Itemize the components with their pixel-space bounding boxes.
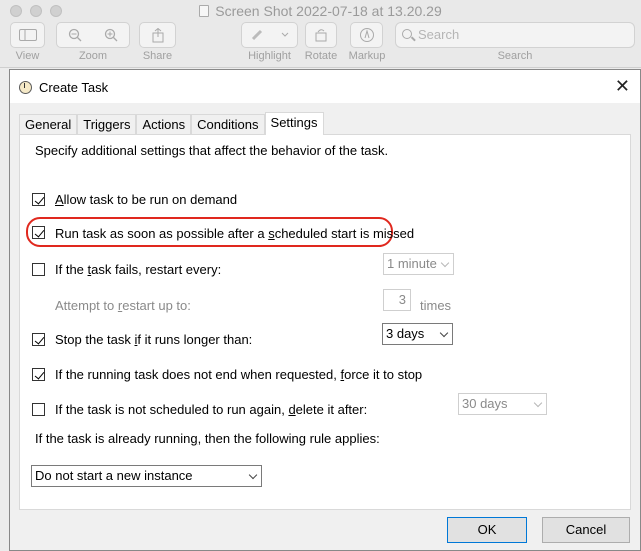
close-icon[interactable]: ✕	[615, 76, 630, 96]
ok-button[interactable]: OK	[447, 517, 527, 543]
running-rule-label: If the task is already running, then the…	[35, 431, 380, 446]
highlight-button[interactable]	[241, 22, 298, 48]
chevron-down-icon	[440, 258, 450, 268]
highlighter-icon	[252, 29, 263, 41]
search-placeholder: Search	[418, 27, 460, 42]
stop-duration-select[interactable]: 3 days	[382, 323, 453, 345]
allow-run-on-demand-checkbox[interactable]	[32, 193, 45, 206]
chevron-down-icon	[533, 398, 543, 408]
rotate-label: Rotate	[304, 50, 338, 62]
restart-attempts-label: Attempt to restart up to:	[55, 298, 191, 313]
search-field[interactable]: Search	[395, 22, 635, 48]
delete-duration-value: 30 days	[462, 396, 508, 411]
tab-settings[interactable]: Settings	[264, 112, 324, 135]
cancel-button[interactable]: Cancel	[542, 517, 630, 543]
markup-pen-icon	[359, 28, 374, 42]
restart-attempts-input[interactable]: 3	[383, 289, 411, 311]
zoom-control[interactable]	[56, 22, 130, 48]
restart-interval-select[interactable]: 1 minute	[383, 253, 454, 275]
restart-on-fail-label: If the task fails, restart every:	[55, 262, 222, 277]
tab-strip: General Triggers Actions Conditions Sett…	[19, 112, 324, 135]
rotate-button[interactable]	[305, 22, 337, 48]
share-label: Share	[142, 50, 173, 62]
window-title: Screen Shot 2022-07-18 at 13.20.29	[0, 3, 641, 19]
restart-on-fail-checkbox[interactable]	[32, 263, 45, 276]
tab-conditions[interactable]: Conditions	[191, 114, 265, 135]
dialog-titlebar: Create Task ✕	[10, 70, 640, 103]
allow-run-on-demand-label: Allow task to be run on demand	[55, 192, 238, 207]
zoom-in-icon[interactable]	[104, 28, 118, 42]
search-label: Search	[497, 50, 533, 62]
share-button[interactable]	[139, 22, 176, 48]
restart-attempts-unit: times	[420, 298, 452, 313]
task-scheduler-clock-icon	[19, 81, 32, 94]
delete-duration-select[interactable]: 30 days	[458, 393, 547, 415]
tab-triggers[interactable]: Triggers	[77, 114, 137, 135]
chevron-down-icon	[439, 328, 449, 338]
stop-if-longer-label: Stop the task if it runs longer than:	[55, 332, 253, 347]
zoom-out-icon[interactable]	[68, 28, 82, 42]
stop-if-longer-checkbox[interactable]	[32, 333, 45, 346]
highlight-label: Highlight	[248, 50, 291, 62]
markup-button[interactable]	[350, 22, 383, 48]
dialog-title: Create Task	[39, 80, 109, 95]
delete-after-label: If the task is not scheduled to run agai…	[55, 402, 368, 417]
document-icon	[199, 5, 210, 17]
force-stop-label: If the running task does not end when re…	[55, 367, 423, 382]
preview-window-toolbar: Screen Shot 2022-07-18 at 13.20.29 View …	[0, 0, 641, 68]
settings-intro: Specify additional settings that affect …	[35, 143, 389, 158]
delete-after-checkbox[interactable]	[32, 403, 45, 416]
view-label: View	[15, 50, 40, 62]
run-asap-checkbox[interactable]	[32, 226, 45, 239]
running-rule-value: Do not start a new instance	[35, 468, 193, 483]
zoom-label: Zoom	[78, 50, 108, 62]
settings-panel	[19, 134, 631, 510]
stop-duration-value: 3 days	[386, 326, 425, 341]
tab-actions[interactable]: Actions	[136, 114, 192, 135]
sidebar-view-icon	[18, 29, 37, 41]
chevron-down-icon	[248, 470, 258, 480]
create-task-dialog: Create Task ✕ General Triggers Actions C…	[9, 69, 641, 551]
view-button[interactable]	[10, 22, 45, 48]
force-stop-checkbox[interactable]	[32, 368, 45, 381]
markup-label: Markup	[348, 50, 386, 62]
restart-interval-value: 1 minute	[387, 256, 437, 271]
search-icon	[402, 29, 412, 39]
running-rule-select[interactable]: Do not start a new instance	[31, 465, 262, 487]
run-asap-label: Run task as soon as possible after a sch…	[55, 226, 415, 241]
share-icon	[152, 27, 163, 42]
chevron-down-icon	[281, 32, 289, 37]
window-title-text: Screen Shot 2022-07-18 at 13.20.29	[215, 3, 442, 19]
rotate-icon	[315, 29, 327, 42]
tab-general[interactable]: General	[19, 114, 78, 135]
